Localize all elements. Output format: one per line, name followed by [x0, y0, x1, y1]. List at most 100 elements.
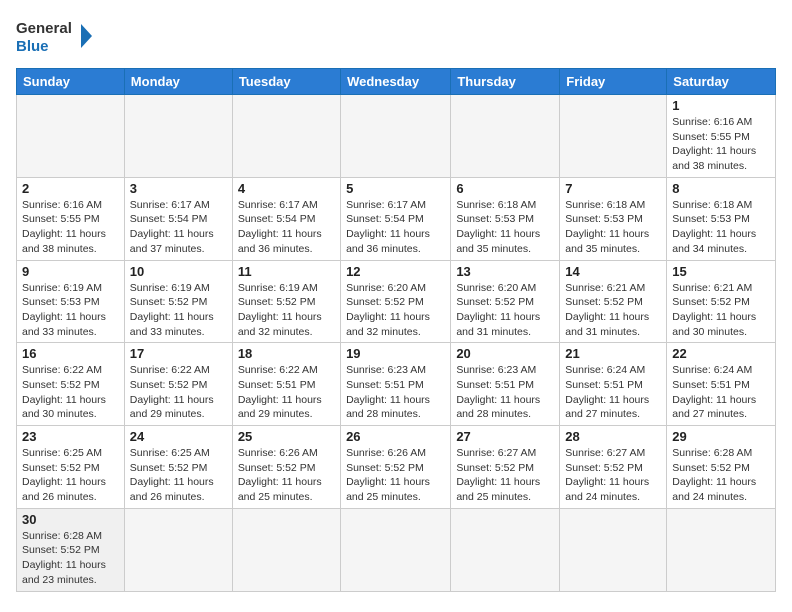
day-info: Sunrise: 6:24 AM Sunset: 5:51 PM Dayligh…	[565, 363, 661, 422]
calendar-day-cell	[232, 95, 340, 178]
day-info: Sunrise: 6:23 AM Sunset: 5:51 PM Dayligh…	[456, 363, 554, 422]
page-header: GeneralBlue	[16, 16, 776, 56]
day-number: 25	[238, 429, 335, 444]
calendar-day-cell: 6Sunrise: 6:18 AM Sunset: 5:53 PM Daylig…	[451, 177, 560, 260]
day-info: Sunrise: 6:25 AM Sunset: 5:52 PM Dayligh…	[130, 446, 227, 505]
calendar-day-cell: 16Sunrise: 6:22 AM Sunset: 5:52 PM Dayli…	[17, 343, 125, 426]
calendar-day-cell: 8 Sunrise: 6:18 AM Sunset: 5:53 PM Daylig…	[667, 177, 776, 260]
day-number: 5	[346, 181, 445, 196]
day-number: 29	[672, 429, 770, 444]
day-number: 11	[238, 264, 335, 279]
calendar-day-cell: 26 Sunrise: 6:26 AM Sunset: 5:52 PM Dayli…	[341, 426, 451, 509]
day-number: 21	[565, 346, 661, 361]
calendar-day-cell: 28 Sunrise: 6:27 AM Sunset: 5:52 PM Dayli…	[560, 426, 667, 509]
day-number: 1	[672, 98, 770, 113]
day-info: Sunrise: 6:19 AM Sunset: 5:52 PM Dayligh…	[238, 281, 335, 340]
calendar-week-row: 30Sunrise: 6:28 AM Sunset: 5:52 PM Dayli…	[17, 508, 776, 591]
day-info: Sunrise: 6:21 AM Sunset: 5:52 PM Dayligh…	[565, 281, 661, 340]
calendar-day-cell: 24 Sunrise: 6:25 AM Sunset: 5:52 PM Dayli…	[124, 426, 232, 509]
day-info: Sunrise: 6:19 AM Sunset: 5:53 PM Dayligh…	[22, 281, 119, 340]
day-info: Sunrise: 6:26 AM Sunset: 5:52 PM Dayligh…	[346, 446, 445, 505]
calendar-day-cell: 17Sunrise: 6:22 AM Sunset: 5:52 PM Dayli…	[124, 343, 232, 426]
day-info: Sunrise: 6:16 AM Sunset: 5:55 PM Dayligh…	[22, 198, 119, 257]
calendar-table: SundayMondayTuesdayWednesdayThursdayFrid…	[16, 68, 776, 592]
calendar-day-cell	[341, 95, 451, 178]
day-info: Sunrise: 6:18 AM Sunset: 5:53 PM Dayligh…	[456, 198, 554, 257]
calendar-day-cell: 3Sunrise: 6:17 AM Sunset: 5:54 PM Daylig…	[124, 177, 232, 260]
calendar-day-cell: 20 Sunrise: 6:23 AM Sunset: 5:51 PM Dayli…	[451, 343, 560, 426]
day-info: Sunrise: 6:22 AM Sunset: 5:51 PM Dayligh…	[238, 363, 335, 422]
calendar-week-row: 1Sunrise: 6:16 AM Sunset: 5:55 PM Daylig…	[17, 95, 776, 178]
weekday-header-thursday: Thursday	[451, 69, 560, 95]
calendar-day-cell	[341, 508, 451, 591]
day-number: 18	[238, 346, 335, 361]
day-info: Sunrise: 6:26 AM Sunset: 5:52 PM Dayligh…	[238, 446, 335, 505]
calendar-day-cell: 22 Sunrise: 6:24 AM Sunset: 5:51 PM Dayli…	[667, 343, 776, 426]
day-info: Sunrise: 6:19 AM Sunset: 5:52 PM Dayligh…	[130, 281, 227, 340]
day-info: Sunrise: 6:17 AM Sunset: 5:54 PM Dayligh…	[238, 198, 335, 257]
calendar-week-row: 23Sunrise: 6:25 AM Sunset: 5:52 PM Dayli…	[17, 426, 776, 509]
calendar-day-cell	[17, 95, 125, 178]
calendar-day-cell: 29Sunrise: 6:28 AM Sunset: 5:52 PM Dayli…	[667, 426, 776, 509]
calendar-day-cell: 21 Sunrise: 6:24 AM Sunset: 5:51 PM Dayli…	[560, 343, 667, 426]
day-number: 15	[672, 264, 770, 279]
day-info: Sunrise: 6:22 AM Sunset: 5:52 PM Dayligh…	[130, 363, 227, 422]
weekday-header-sunday: Sunday	[17, 69, 125, 95]
calendar-day-cell	[560, 508, 667, 591]
day-number: 2	[22, 181, 119, 196]
day-number: 28	[565, 429, 661, 444]
day-info: Sunrise: 6:17 AM Sunset: 5:54 PM Dayligh…	[130, 198, 227, 257]
calendar-day-cell: 14Sunrise: 6:21 AM Sunset: 5:52 PM Dayli…	[560, 260, 667, 343]
day-number: 30	[22, 512, 119, 527]
day-number: 22	[672, 346, 770, 361]
calendar-day-cell: 11 Sunrise: 6:19 AM Sunset: 5:52 PM Dayli…	[232, 260, 340, 343]
day-number: 12	[346, 264, 445, 279]
calendar-day-cell	[124, 508, 232, 591]
logo-svg: GeneralBlue	[16, 16, 96, 56]
day-number: 4	[238, 181, 335, 196]
weekday-header-saturday: Saturday	[667, 69, 776, 95]
day-number: 20	[456, 346, 554, 361]
calendar-day-cell: 13Sunrise: 6:20 AM Sunset: 5:52 PM Dayli…	[451, 260, 560, 343]
calendar-day-cell	[667, 508, 776, 591]
calendar-day-cell: 19Sunrise: 6:23 AM Sunset: 5:51 PM Dayli…	[341, 343, 451, 426]
calendar-day-cell	[124, 95, 232, 178]
calendar-day-cell: 27 Sunrise: 6:27 AM Sunset: 5:52 PM Dayli…	[451, 426, 560, 509]
day-number: 7	[565, 181, 661, 196]
day-info: Sunrise: 6:18 AM Sunset: 5:53 PM Dayligh…	[565, 198, 661, 257]
calendar-day-cell: 18 Sunrise: 6:22 AM Sunset: 5:51 PM Dayli…	[232, 343, 340, 426]
day-info: Sunrise: 6:18 AM Sunset: 5:53 PM Dayligh…	[672, 198, 770, 257]
calendar-day-cell: 7 Sunrise: 6:18 AM Sunset: 5:53 PM Daylig…	[560, 177, 667, 260]
calendar-day-cell: 9Sunrise: 6:19 AM Sunset: 5:53 PM Daylig…	[17, 260, 125, 343]
calendar-day-cell	[232, 508, 340, 591]
calendar-day-cell: 15 Sunrise: 6:21 AM Sunset: 5:52 PM Dayli…	[667, 260, 776, 343]
day-number: 24	[130, 429, 227, 444]
calendar-day-cell: 4 Sunrise: 6:17 AM Sunset: 5:54 PM Daylig…	[232, 177, 340, 260]
day-info: Sunrise: 6:24 AM Sunset: 5:51 PM Dayligh…	[672, 363, 770, 422]
day-info: Sunrise: 6:27 AM Sunset: 5:52 PM Dayligh…	[565, 446, 661, 505]
day-info: Sunrise: 6:22 AM Sunset: 5:52 PM Dayligh…	[22, 363, 119, 422]
calendar-day-cell: 12Sunrise: 6:20 AM Sunset: 5:52 PM Dayli…	[341, 260, 451, 343]
day-number: 27	[456, 429, 554, 444]
calendar-day-cell: 1Sunrise: 6:16 AM Sunset: 5:55 PM Daylig…	[667, 95, 776, 178]
calendar-day-cell: 23Sunrise: 6:25 AM Sunset: 5:52 PM Dayli…	[17, 426, 125, 509]
day-number: 10	[130, 264, 227, 279]
svg-text:General: General	[16, 20, 72, 37]
calendar-day-cell: 25 Sunrise: 6:26 AM Sunset: 5:52 PM Dayli…	[232, 426, 340, 509]
calendar-day-cell	[560, 95, 667, 178]
day-info: Sunrise: 6:21 AM Sunset: 5:52 PM Dayligh…	[672, 281, 770, 340]
day-number: 8	[672, 181, 770, 196]
calendar-week-row: 9Sunrise: 6:19 AM Sunset: 5:53 PM Daylig…	[17, 260, 776, 343]
day-number: 13	[456, 264, 554, 279]
day-info: Sunrise: 6:23 AM Sunset: 5:51 PM Dayligh…	[346, 363, 445, 422]
weekday-header-friday: Friday	[560, 69, 667, 95]
weekday-header-tuesday: Tuesday	[232, 69, 340, 95]
weekday-header-monday: Monday	[124, 69, 232, 95]
day-info: Sunrise: 6:25 AM Sunset: 5:52 PM Dayligh…	[22, 446, 119, 505]
calendar-week-row: 16Sunrise: 6:22 AM Sunset: 5:52 PM Dayli…	[17, 343, 776, 426]
calendar-week-row: 2 Sunrise: 6:16 AM Sunset: 5:55 PM Daylig…	[17, 177, 776, 260]
day-number: 26	[346, 429, 445, 444]
day-info: Sunrise: 6:27 AM Sunset: 5:52 PM Dayligh…	[456, 446, 554, 505]
day-info: Sunrise: 6:17 AM Sunset: 5:54 PM Dayligh…	[346, 198, 445, 257]
logo: GeneralBlue	[16, 16, 96, 56]
